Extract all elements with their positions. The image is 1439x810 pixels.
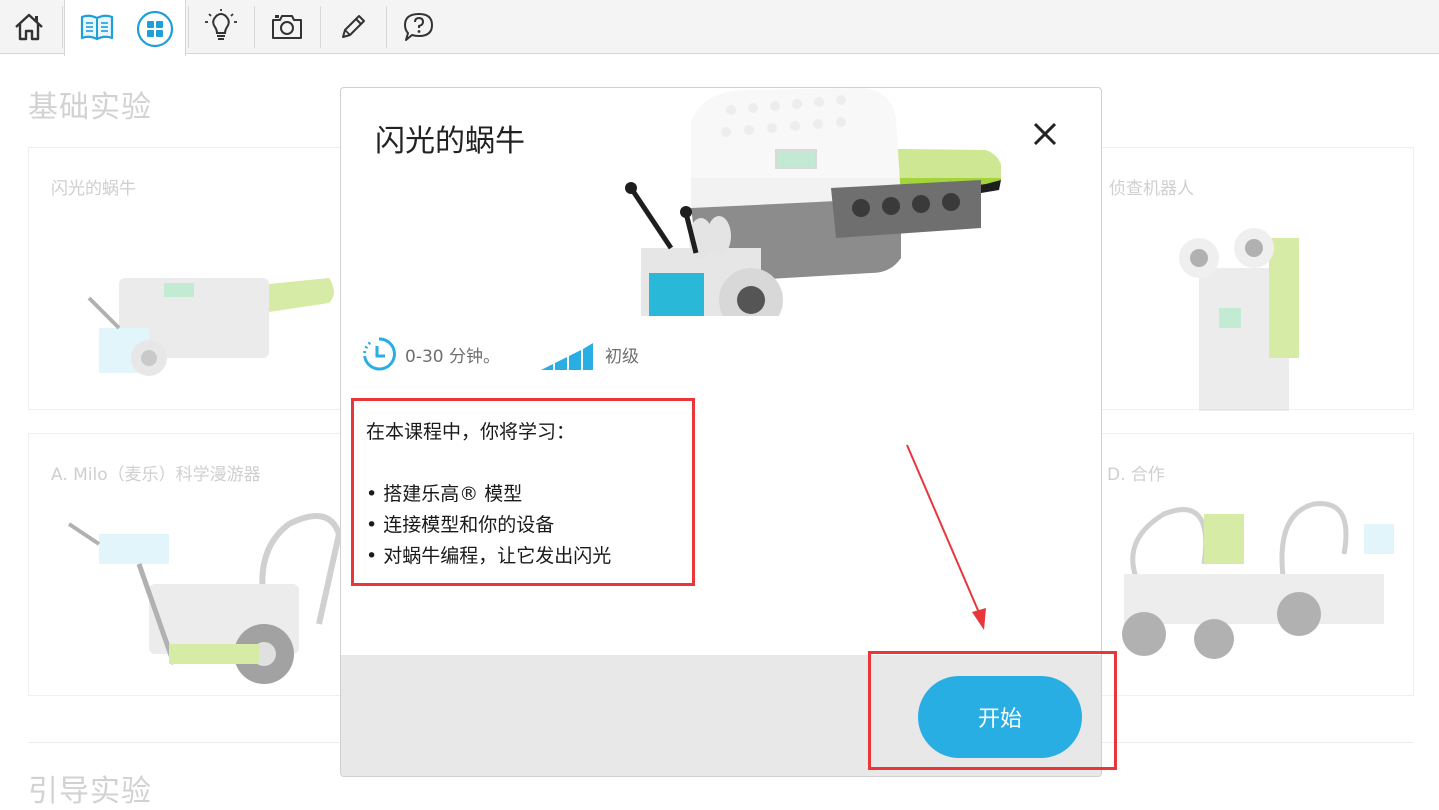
dialog-title: 闪光的蜗牛 [375,124,525,159]
close-button[interactable] [1027,116,1063,152]
project-card-spy-robot[interactable]: 侦查机器人 [1088,147,1414,411]
learning-goals-box: 在本课程中，你将学习： • 搭建乐高® 模型 • 连接模型和你的设备 • 对蜗牛… [351,398,695,586]
book-icon [80,14,114,40]
learning-goal-item: • 对蜗牛编程，让它发出闪光 [366,545,612,567]
learning-goal-item: • 搭建乐高® 模型 [366,483,523,505]
camera-button[interactable] [260,0,314,53]
project-card-snail[interactable]: 闪光的蜗牛 [28,147,348,410]
card-title: A. Milo（麦乐）科学漫游器 [51,465,261,485]
difficulty-level-icon [541,343,593,370]
card-title: 侦查机器人 [1109,179,1194,199]
snail-thumbnail-image [87,278,334,376]
milo-rover-thumbnail-image [67,513,343,684]
level-info: 初级 [539,336,639,372]
home-button[interactable] [2,0,56,53]
grid-view-button[interactable] [128,2,182,55]
section-title-basic: 基础实验 [28,90,152,125]
book-button[interactable] [70,0,124,53]
spy-robot-thumbnail-image [1179,228,1299,411]
duration-info: 0-30 分钟。 [361,336,500,372]
home-icon [15,13,43,40]
ideas-button[interactable] [194,0,248,53]
duration-text: 0-30 分钟。 [405,346,500,367]
top-toolbar [0,0,1439,56]
project-card-milo[interactable]: A. Milo（麦乐）科学漫游器 [28,433,348,696]
close-icon [1033,122,1057,146]
clock-icon [363,337,396,371]
camera-icon [272,14,302,39]
project-card-collaboration[interactable]: D. 合作 [1088,433,1414,696]
edit-button[interactable] [326,0,380,53]
start-button-highlight [868,651,1117,770]
collaboration-thumbnail-image [1122,501,1394,659]
learning-goal-item: • 连接模型和你的设备 [366,514,555,536]
pencil-icon [342,14,365,38]
grid-icon [136,10,174,47]
learning-goals-intro: 在本课程中，你将学习： [366,421,576,443]
section-title-guided: 引导实验 [28,774,152,809]
snail-hero-image [481,88,1001,316]
lesson-meta: 0-30 分钟。 初级 [361,336,761,372]
lightbulb-icon [205,8,237,40]
level-text: 初级 [605,346,639,367]
help-button[interactable] [392,0,446,53]
card-title: 闪光的蜗牛 [51,179,136,199]
help-icon [404,12,433,41]
